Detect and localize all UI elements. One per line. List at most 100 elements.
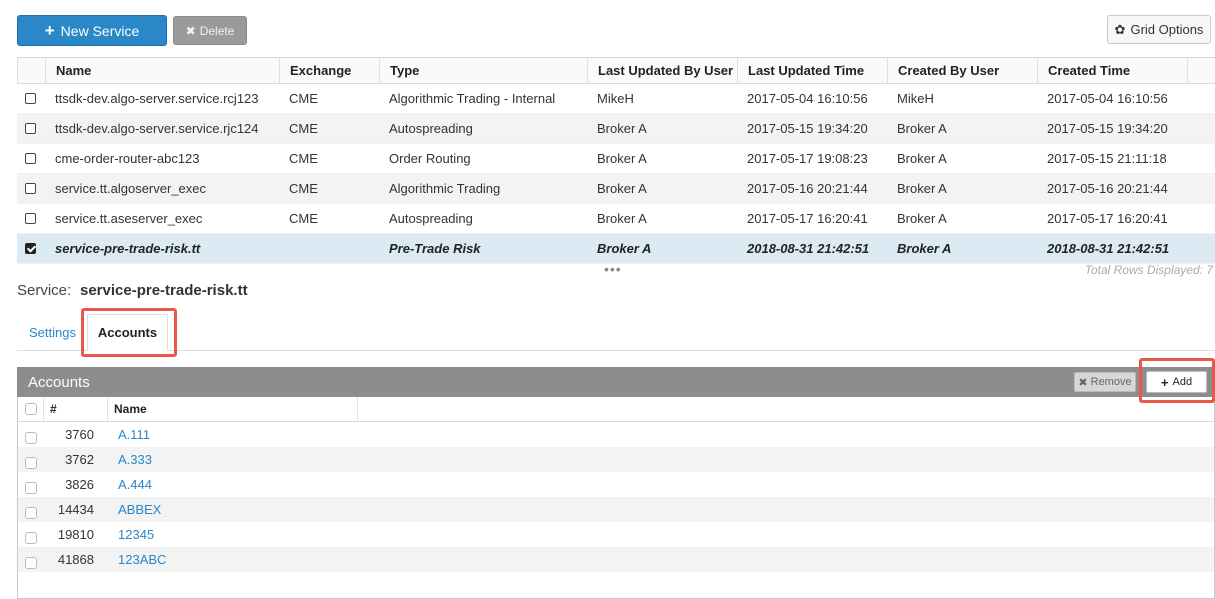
cell-type: Algorithmic Trading - Internal	[389, 91, 556, 106]
table-row[interactable]: service.tt.algoserver_exec CME Algorithm…	[17, 174, 1215, 204]
list-item[interactable]: 3760 A.111	[18, 422, 1214, 447]
cell-last-updated-by: Broker A	[597, 151, 647, 166]
column-header-name[interactable]: Name	[45, 58, 279, 83]
row-select-cell[interactable]	[18, 547, 43, 572]
account-name-link[interactable]: A.444	[107, 472, 357, 497]
cell-exchange: CME	[289, 211, 318, 226]
grid-options-label: Grid Options	[1130, 22, 1204, 37]
column-header-type[interactable]: Type	[379, 58, 587, 83]
resize-handle-dots[interactable]: •••	[604, 261, 622, 277]
row-select-cell[interactable]	[18, 447, 43, 472]
row-checkbox[interactable]	[24, 556, 37, 569]
account-name-link[interactable]: ABBEX	[107, 497, 357, 522]
table-row[interactable]: cme-order-router-abc123 CME Order Routin…	[17, 144, 1215, 174]
cell-created-by: Broker A	[897, 241, 952, 256]
list-item[interactable]: 3762 A.333	[18, 447, 1214, 472]
select-all-cell[interactable]	[18, 397, 43, 421]
grid-options-button[interactable]: ✿ Grid Options	[1107, 15, 1211, 44]
cell-type: Autospreading	[389, 121, 473, 136]
row-checkbox[interactable]	[25, 213, 36, 224]
row-checkbox[interactable]	[24, 531, 37, 544]
row-select-cell[interactable]	[17, 174, 45, 203]
cell-created-time: 2017-05-16 20:21:44	[1047, 181, 1168, 196]
cell-created-time: 2017-05-04 16:10:56	[1047, 91, 1168, 106]
cell-created-time: 2017-05-15 19:34:20	[1047, 121, 1168, 136]
cell-last-updated-by: MikeH	[597, 91, 634, 106]
column-header-exchange[interactable]: Exchange	[279, 58, 379, 83]
list-item[interactable]: 3826 A.444	[18, 472, 1214, 497]
account-name-link[interactable]: A.111	[107, 422, 357, 447]
cell-name: service.tt.aseserver_exec	[55, 211, 203, 226]
cell-last-updated-by: Broker A	[597, 121, 647, 136]
row-checkbox-checked[interactable]	[25, 243, 36, 254]
row-select-cell[interactable]	[17, 84, 45, 113]
row-checkbox[interactable]	[25, 153, 36, 164]
column-header-created-by[interactable]: Created By User	[887, 58, 1037, 83]
accounts-tab-highlight	[81, 308, 177, 357]
delete-button[interactable]: ✖ Delete	[173, 16, 247, 45]
row-select-cell[interactable]	[18, 522, 43, 547]
list-item[interactable]: 19810 12345	[18, 522, 1214, 547]
cell-last-updated-time: 2018-08-31 21:42:51	[747, 241, 870, 256]
list-item[interactable]: 41868 123ABC	[18, 547, 1214, 572]
header-spacer	[1187, 58, 1215, 83]
row-checkbox[interactable]	[24, 481, 37, 494]
cell-created-time: 2018-08-31 21:42:51	[1047, 241, 1170, 256]
tab-settings[interactable]: Settings	[29, 325, 76, 340]
table-row-selected[interactable]: service-pre-trade-risk.tt Pre-Trade Risk…	[17, 234, 1215, 264]
cell-last-updated-time: 2017-05-15 19:34:20	[747, 121, 868, 136]
table-row[interactable]: service.tt.aseserver_exec CME Autospread…	[17, 204, 1215, 234]
new-service-button[interactable]: + New Service	[17, 15, 167, 46]
new-service-label: New Service	[60, 22, 140, 39]
services-header-row: Name Exchange Type Last Updated By User …	[17, 57, 1215, 84]
column-header-number[interactable]: #	[43, 397, 107, 421]
tabs-divider	[17, 350, 1215, 351]
cell-created-by: Broker A	[897, 151, 947, 166]
row-checkbox[interactable]	[24, 506, 37, 519]
row-checkbox[interactable]	[24, 456, 37, 469]
column-header-last-updated-by[interactable]: Last Updated By User	[587, 58, 737, 83]
cell-exchange: CME	[289, 121, 318, 136]
gear-icon: ✿	[1114, 21, 1126, 37]
accounts-header-row: # Name	[18, 397, 1214, 422]
cell-created-by: MikeH	[897, 91, 934, 106]
header-spacer	[357, 397, 1214, 421]
account-number: 3760	[65, 427, 94, 442]
cell-type: Autospreading	[389, 211, 473, 226]
cell-created-time: 2017-05-17 16:20:41	[1047, 211, 1168, 226]
list-item[interactable]: 14434 ABBEX	[18, 497, 1214, 522]
row-select-cell[interactable]	[18, 497, 43, 522]
column-header-created-time[interactable]: Created Time	[1037, 58, 1187, 83]
account-number: 3826	[65, 477, 94, 492]
row-select-cell[interactable]	[17, 234, 45, 263]
cell-last-updated-by: Broker A	[597, 181, 647, 196]
column-header-last-updated-time[interactable]: Last Updated Time	[737, 58, 887, 83]
row-select-cell[interactable]	[17, 204, 45, 233]
accounts-panel-header	[17, 367, 1215, 397]
cell-created-time: 2017-05-15 21:11:18	[1047, 151, 1167, 166]
column-header-account-name[interactable]: Name	[107, 397, 357, 421]
row-select-cell[interactable]	[17, 144, 45, 173]
row-checkbox[interactable]	[25, 183, 36, 194]
cell-created-by: Broker A	[897, 211, 947, 226]
row-checkbox[interactable]	[25, 123, 36, 134]
row-checkbox[interactable]	[24, 431, 37, 444]
row-select-cell[interactable]	[18, 422, 43, 447]
row-checkbox[interactable]	[25, 93, 36, 104]
cell-last-updated-by: Broker A	[597, 241, 652, 256]
row-select-cell[interactable]	[17, 114, 45, 143]
select-all-checkbox[interactable]	[24, 403, 37, 415]
account-number: 14434	[57, 502, 94, 517]
row-select-cell[interactable]	[18, 472, 43, 497]
remove-button[interactable]: ✖ Remove	[1074, 372, 1136, 392]
account-name-link[interactable]: 123ABC	[107, 547, 357, 572]
cell-last-updated-time: 2017-05-17 16:20:41	[747, 211, 868, 226]
cell-created-by: Broker A	[897, 181, 947, 196]
cell-last-updated-time: 2017-05-04 16:10:56	[747, 91, 868, 106]
cell-last-updated-by: Broker A	[597, 211, 647, 226]
remove-label: Remove	[1090, 376, 1132, 388]
account-name-link[interactable]: 12345	[107, 522, 357, 547]
table-row[interactable]: ttsdk-dev.algo-server.service.rjc124 CME…	[17, 114, 1215, 144]
table-row[interactable]: ttsdk-dev.algo-server.service.rcj123 CME…	[17, 84, 1215, 114]
account-name-link[interactable]: A.333	[107, 447, 357, 472]
